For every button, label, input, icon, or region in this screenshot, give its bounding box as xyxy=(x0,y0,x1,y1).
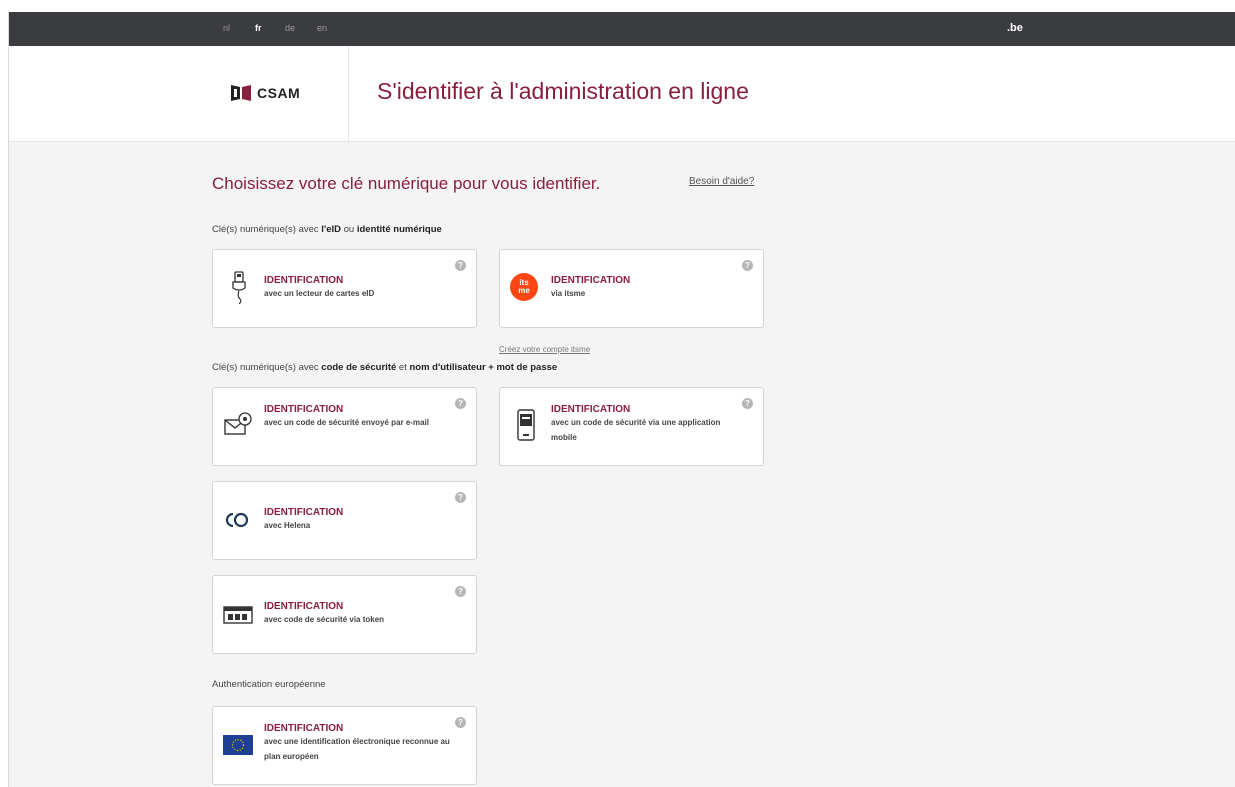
mobile-app-icon xyxy=(512,408,540,442)
card-title: IDENTIFICATION xyxy=(551,404,631,415)
help-icon[interactable]: ? xyxy=(455,398,466,409)
logo-area: CSAM xyxy=(9,46,349,142)
lang-fr[interactable]: fr xyxy=(255,23,262,33)
section-text: et xyxy=(396,362,410,373)
card-subtitle: avec un lecteur de cartes eID xyxy=(264,289,375,298)
card-itsme[interactable]: its me IDENTIFICATION via itsme ? xyxy=(499,249,764,328)
section-text: Clé(s) numérique(s) avec xyxy=(212,362,322,373)
page-title: S'identifier à l'administration en ligne xyxy=(377,78,749,104)
card-title: IDENTIFICATION xyxy=(551,275,631,286)
card-email-code[interactable]: IDENTIFICATION avec un code de sécurité … xyxy=(212,387,477,466)
card-subtitle: avec code de sécurité via token xyxy=(264,615,385,624)
section-label-european: Authentication européenne xyxy=(212,679,326,690)
card-title: IDENTIFICATION xyxy=(264,601,344,612)
help-icon[interactable]: ? xyxy=(455,586,466,597)
csam-logo[interactable]: CSAM xyxy=(231,85,300,101)
lang-en[interactable]: en xyxy=(317,23,327,33)
section-text: Clé(s) numérique(s) avec xyxy=(212,224,322,235)
main-heading: Choisissez votre clé numérique pour vous… xyxy=(212,174,601,193)
csam-logo-icon xyxy=(231,85,251,101)
card-title: IDENTIFICATION xyxy=(264,404,344,415)
card-subtitle: avec Helena xyxy=(264,521,311,530)
card-subtitle: avec une identification électronique rec… xyxy=(264,737,450,761)
help-icon[interactable]: ? xyxy=(742,260,753,271)
itsme-logo-text: its me xyxy=(518,278,530,295)
eu-flag-icon xyxy=(223,735,253,755)
itsme-logo: its me xyxy=(510,273,538,301)
section-bold: l'eID xyxy=(321,224,341,235)
card-title: IDENTIFICATION xyxy=(264,723,344,734)
card-title: IDENTIFICATION xyxy=(264,507,344,518)
help-icon[interactable]: ? xyxy=(455,717,466,728)
card-eid-reader[interactable]: IDENTIFICATION avec un lecteur de cartes… xyxy=(212,249,477,328)
section-label-security-code: Clé(s) numérique(s) avec code de sécurit… xyxy=(212,362,557,373)
page-header: CSAM S'identifier à l'administration en … xyxy=(9,46,1235,142)
card-helena[interactable]: IDENTIFICATION avec Helena ? xyxy=(212,481,477,560)
card-reader-icon xyxy=(225,270,253,304)
card-subtitle: avec un code de sécurité via une applica… xyxy=(551,418,721,442)
create-itsme-account-link[interactable]: Créez votre compte itsme xyxy=(499,345,590,354)
card-token[interactable]: IDENTIFICATION avec code de sécurité via… xyxy=(212,575,477,654)
section-label-eid: Clé(s) numérique(s) avec l'eID ou identi… xyxy=(212,224,442,235)
logo-text: CSAM xyxy=(257,85,301,101)
card-title: IDENTIFICATION xyxy=(264,275,344,286)
helena-icon xyxy=(221,510,251,530)
email-icon xyxy=(223,410,253,440)
section-text: Authentication européenne xyxy=(212,679,326,690)
card-subtitle: avec un code de sécurité envoyé par e-ma… xyxy=(264,418,429,427)
help-icon[interactable]: ? xyxy=(742,398,753,409)
be-domain-label: .be xyxy=(1007,22,1023,34)
lang-nl[interactable]: nl xyxy=(223,23,230,33)
section-bold: identité numérique xyxy=(356,224,442,235)
token-icon xyxy=(223,605,253,625)
top-bar: nl fr de en .be xyxy=(9,12,1235,46)
card-european-eid[interactable]: IDENTIFICATION avec une identification é… xyxy=(212,706,477,785)
section-bold: code de sécurité xyxy=(321,362,397,373)
help-icon[interactable]: ? xyxy=(455,260,466,271)
help-link[interactable]: Besoin d'aide? xyxy=(689,176,754,187)
lang-de[interactable]: de xyxy=(285,23,295,33)
section-text: ou xyxy=(340,224,357,235)
card-subtitle: via itsme xyxy=(551,289,586,298)
card-mobile-app-code[interactable]: IDENTIFICATION avec un code de sécurité … xyxy=(499,387,764,466)
help-icon[interactable]: ? xyxy=(455,492,466,503)
browser-page: nl fr de en .be CSAM S'identifier à l'ad… xyxy=(8,12,1235,787)
section-bold: nom d'utilisateur + mot de passe xyxy=(409,362,558,373)
